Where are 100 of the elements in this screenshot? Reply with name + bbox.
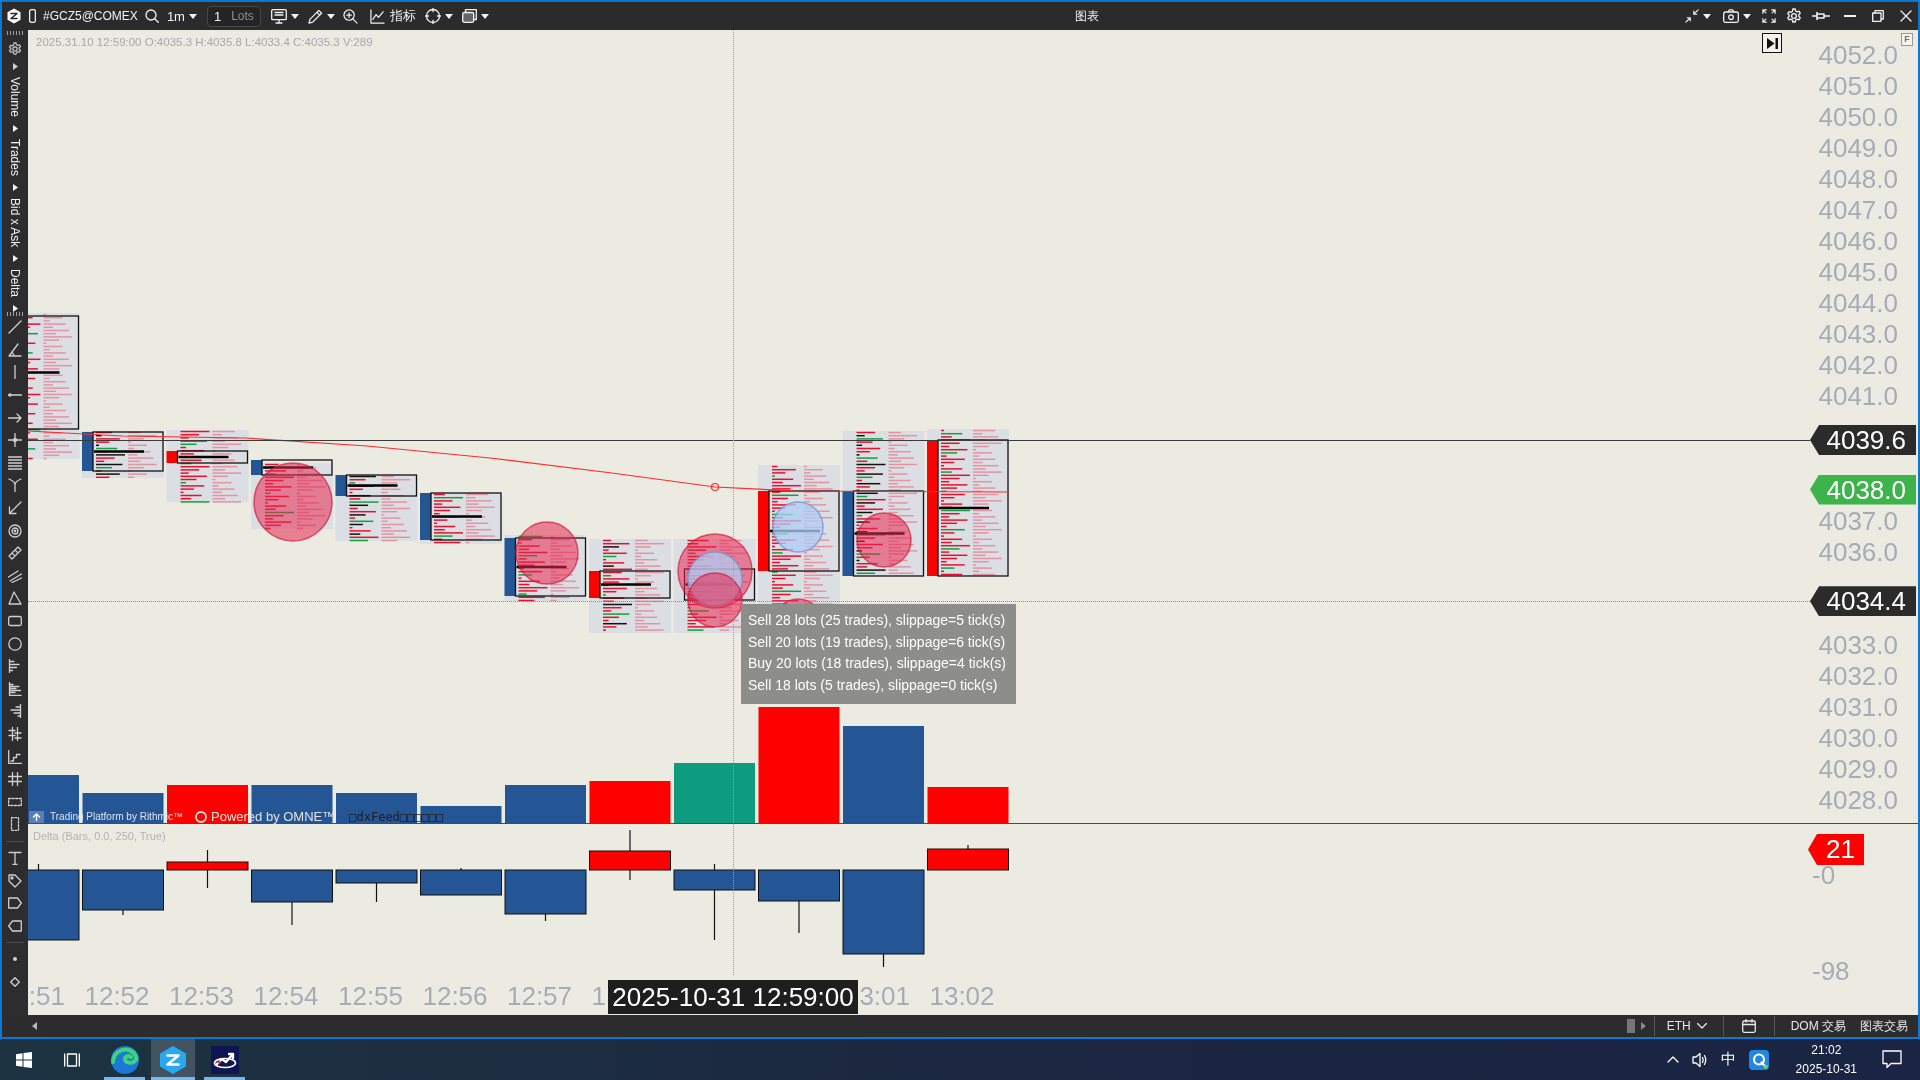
crosshair-circle-icon — [424, 8, 441, 24]
shrink-dropdown[interactable] — [1684, 7, 1712, 25]
window-dropdown[interactable] — [460, 7, 490, 25]
clock[interactable]: 21:02 2025-10-31 — [1795, 1040, 1857, 1079]
scroll-left-icon[interactable] — [32, 1022, 37, 1030]
price-axis-label: 4041.0 — [1818, 383, 1898, 410]
scroll-to-end-button[interactable] — [1762, 33, 1782, 53]
volume-profile-icon[interactable] — [8, 659, 22, 674]
search-icon[interactable] — [144, 9, 159, 23]
pin-icon[interactable] — [1812, 11, 1830, 21]
restore-icon[interactable] — [1872, 10, 1884, 22]
side-panel-tab[interactable]: Trades — [8, 139, 22, 191]
hexagon-app-icon — [159, 1044, 187, 1075]
scroll-handle[interactable] — [1626, 1019, 1635, 1033]
right-profile-icon[interactable] — [8, 704, 22, 719]
drag-grip[interactable] — [6, 31, 24, 35]
dot-icon[interactable] — [13, 957, 17, 962]
window-title: 图表 — [1074, 7, 1099, 25]
monitor-dropdown[interactable] — [269, 6, 300, 26]
chevron-down-icon — [1696, 1023, 1707, 1029]
speaker-icon[interactable] — [1691, 1051, 1708, 1068]
angle-tool-icon[interactable] — [8, 342, 22, 357]
price-marker: 4039.6 — [1810, 424, 1916, 455]
hexagon-logo-icon[interactable] — [6, 8, 22, 24]
indicators-button[interactable]: 指标 — [368, 5, 417, 27]
caret-icon — [12, 305, 18, 313]
delta-axis-label: -98 — [1812, 958, 1850, 984]
session-dropdown[interactable]: ETH — [1662, 1017, 1711, 1035]
price-axis-label: 4029.0 — [1818, 755, 1898, 782]
caret-icon — [326, 13, 335, 19]
price-axis-label: 4030.0 — [1818, 724, 1898, 751]
trade-mode-button[interactable]: 图表交易 — [1856, 1015, 1912, 1037]
side-panel-tab[interactable]: Volume — [8, 77, 22, 133]
caret-icon — [188, 13, 197, 19]
caret-icon[interactable] — [1640, 1022, 1646, 1030]
footprint-icon[interactable] — [8, 727, 22, 741]
skip-end-icon — [1766, 37, 1778, 49]
line-chart-icon — [369, 8, 385, 24]
screenshot-dropdown[interactable] — [1722, 7, 1752, 25]
spiral-icon[interactable] — [8, 523, 22, 538]
caret-icon — [1743, 13, 1751, 19]
quantity-field[interactable]: 1 Lots — [206, 5, 261, 27]
dashed-rectangle-icon[interactable] — [8, 817, 22, 832]
parallel-lines-icon[interactable] — [8, 568, 22, 583]
caret-icon[interactable] — [12, 63, 18, 70]
caret-icon — [290, 13, 299, 19]
corner-toggle-button[interactable]: F — [1901, 33, 1913, 46]
calendar-icon[interactable] — [1741, 1019, 1756, 1033]
diamond-icon[interactable] — [10, 976, 20, 987]
time-axis-label: 3:01 — [859, 980, 910, 1012]
time-axis-label: 12:53 — [168, 980, 235, 1012]
expand-arrows-icon[interactable] — [1762, 9, 1776, 23]
volume-profile-icon[interactable] — [8, 681, 22, 696]
price-label-icon[interactable] — [8, 918, 22, 933]
time-axis-label: 1 — [591, 980, 606, 1012]
step-chart-icon[interactable] — [8, 749, 22, 764]
shrink-arrows-icon — [1685, 9, 1699, 23]
crosshair-icon[interactable] — [8, 433, 22, 448]
ruler-icon[interactable] — [8, 546, 22, 561]
side-panel-tab[interactable]: Delta — [8, 269, 22, 313]
price-label-icon[interactable] — [8, 896, 22, 911]
tray-app-icon[interactable] — [1748, 1049, 1769, 1070]
crosshair-dropdown[interactable] — [423, 6, 454, 26]
diagonal-arrow-icon[interactable] — [8, 501, 22, 516]
time-axis-label: 12:55 — [337, 980, 404, 1012]
settings-icon[interactable] — [8, 42, 22, 56]
price-marker: 4034.4 — [1810, 586, 1916, 617]
circle-icon[interactable] — [8, 636, 22, 651]
rectangle-icon[interactable] — [8, 614, 22, 628]
horizontal-lines-icon[interactable] — [8, 455, 22, 470]
text-tool-icon[interactable] — [8, 850, 22, 865]
timeframe-dropdown[interactable]: 1m — [165, 6, 198, 26]
drag-grip[interactable] — [6, 312, 24, 317]
triangle-icon[interactable] — [8, 591, 22, 606]
time-axis-label: :51 — [28, 980, 65, 1012]
notification-icon[interactable] — [1882, 1050, 1902, 1069]
input-method-button[interactable]: 中 — [1720, 1050, 1736, 1069]
pencil-icon — [307, 8, 323, 24]
line-tool-icon[interactable] — [8, 320, 22, 335]
phone-outline-icon[interactable] — [29, 9, 36, 23]
swirl-app-icon — [109, 1044, 140, 1075]
delta-axis-label: -0 — [1812, 862, 1836, 888]
time-axis-label: 13:02 — [929, 980, 995, 1012]
side-panel-tab[interactable]: Bid x Ask — [8, 197, 22, 263]
fork-icon[interactable] — [8, 478, 22, 493]
start-icon[interactable] — [16, 1051, 32, 1068]
taskbar-app-button[interactable] — [151, 1039, 195, 1080]
monitor-icon — [270, 8, 287, 24]
tag-icon[interactable] — [8, 873, 22, 888]
task-view-icon[interactable] — [64, 1051, 80, 1068]
symbol-label[interactable]: #GCZ5@COMEX — [43, 9, 138, 23]
caret-icon — [480, 13, 489, 19]
trade-mode-button[interactable]: DOM 交易 — [1786, 1015, 1850, 1037]
price-axis-label: 4049.0 — [1818, 135, 1898, 162]
time-axis-label: 12:52 — [84, 980, 150, 1012]
close-icon[interactable] — [1900, 10, 1912, 22]
zoom-in-icon[interactable] — [342, 8, 358, 24]
caret-icon — [1703, 13, 1711, 19]
crossed-lines-icon[interactable] — [8, 772, 22, 787]
chevron-up-icon[interactable] — [1666, 1056, 1679, 1063]
